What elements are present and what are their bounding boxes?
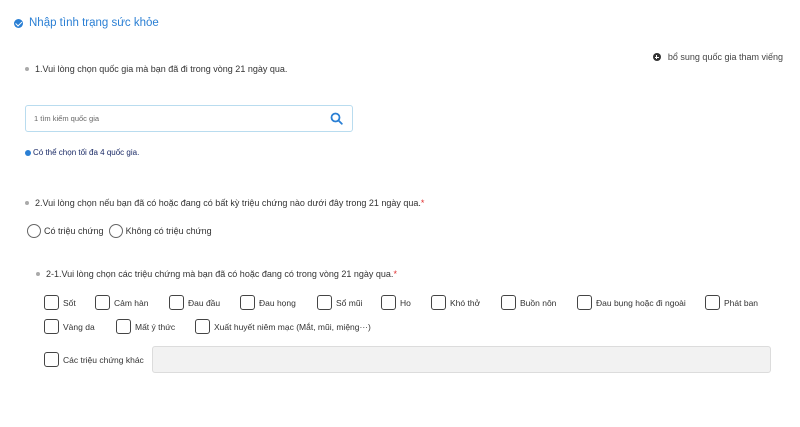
checkbox[interactable] (381, 295, 396, 310)
symptom-label: Vàng da (63, 321, 95, 332)
symptom-unconscious[interactable]: Mất ý thức (116, 319, 175, 334)
checkbox[interactable] (501, 295, 516, 310)
country-search-input[interactable] (26, 106, 324, 131)
checkbox[interactable] (317, 295, 332, 310)
symptom-label: Cảm hàn (114, 297, 149, 308)
symptom-radio-group: Có triệu chứng Không có triệu chứng (27, 224, 213, 238)
symptom-label: Phát ban (724, 297, 759, 308)
checkbox[interactable] (431, 295, 446, 310)
add-country-button[interactable]: bổ sung quốc gia tham viếng (652, 52, 783, 62)
add-country-label: bổ sung quốc gia tham viếng (667, 52, 783, 62)
question-2-label: 2.Vui lòng chọn nếu bạn đã có hoặc đang … (35, 198, 425, 208)
search-icon[interactable] (324, 107, 348, 131)
symptom-label: Đau bụng hoặc đi ngoài (596, 297, 686, 308)
checkbox[interactable] (577, 295, 592, 310)
other-symptoms-input[interactable] (152, 346, 771, 373)
question-1-label: 1.Vui lòng chọn quốc gia mà bạn đã đi tr… (35, 64, 288, 74)
symptom-mucosal-bleeding[interactable]: Xuất huyết niêm mạc (Mắt, mũi, miệng···) (195, 319, 371, 334)
symptom-label: Đau đầu (188, 297, 221, 308)
checkbox[interactable] (169, 295, 184, 310)
symptom-label: Các triệu chứng khác (63, 354, 144, 365)
question-1: 1.Vui lòng chọn quốc gia mà bạn đã đi tr… (25, 64, 287, 74)
symptom-other[interactable]: Các triệu chứng khác (44, 352, 144, 367)
question-2-1: 2-1.Vui lòng chọn các triệu chứng mà bạn… (36, 269, 397, 279)
checkbox[interactable] (705, 295, 720, 310)
symptom-label: Buồn nôn (520, 297, 557, 308)
symptom-label: Khó thở (450, 297, 481, 308)
symptom-label: Đau họng (259, 297, 296, 308)
symptom-headache[interactable]: Đau đầu (169, 295, 220, 310)
radio-no-symptoms[interactable]: Không có triệu chứng (108, 224, 212, 238)
required-mark: * (393, 269, 397, 279)
checkbox[interactable] (44, 319, 59, 334)
symptom-label: Mất ý thức (135, 321, 176, 332)
question-2-1-label: 2-1.Vui lòng chọn các triệu chứng mà bạn… (46, 269, 397, 279)
question-2: 2.Vui lòng chọn nếu bạn đã có hoặc đang … (25, 198, 424, 208)
bullet-dot (36, 272, 40, 276)
symptom-runny-nose[interactable]: Sổ mũi (317, 295, 362, 310)
radio-label: Có triệu chứng (44, 226, 104, 236)
bullet-dot (25, 201, 29, 205)
symptom-fever[interactable]: Sốt (44, 295, 76, 310)
info-dot-icon (25, 149, 31, 156)
check-circle-icon (14, 18, 23, 28)
bullet-dot (25, 67, 29, 71)
symptom-label: Sổ mũi (336, 297, 363, 308)
radio-button[interactable] (108, 224, 123, 238)
checkbox[interactable] (95, 295, 110, 310)
symptom-chills[interactable]: Cảm hàn (95, 295, 149, 310)
symptom-nausea[interactable]: Buồn nôn (501, 295, 556, 310)
country-limit-hint: Có thể chọn tối đa 4 quốc gia. (25, 148, 139, 157)
symptom-rash[interactable]: Phát ban (705, 295, 758, 310)
symptom-label: Ho (400, 297, 411, 308)
checkbox[interactable] (195, 319, 210, 334)
symptom-label: Xuất huyết niêm mạc (Mắt, mũi, miệng···) (214, 321, 371, 332)
checkbox[interactable] (116, 319, 131, 334)
radio-has-symptoms[interactable]: Có triệu chứng (27, 224, 104, 238)
symptom-cough[interactable]: Ho (381, 295, 411, 310)
country-search-box (25, 105, 353, 132)
symptom-stomach-ache[interactable]: Đau bụng hoặc đi ngoài (577, 295, 686, 310)
section-header: Nhập tình trạng sức khỏe (14, 17, 159, 29)
section-title: Nhập tình trạng sức khỏe (29, 17, 159, 29)
symptom-shortness-of-breath[interactable]: Khó thở (431, 295, 480, 310)
plus-circle-icon (652, 53, 661, 61)
radio-button[interactable] (27, 224, 41, 238)
symptom-jaundice[interactable]: Vàng da (44, 319, 95, 334)
checkbox[interactable] (44, 295, 59, 310)
required-mark: * (420, 198, 425, 208)
symptom-label: Sốt (63, 297, 76, 308)
symptom-sore-throat[interactable]: Đau họng (240, 295, 296, 310)
checkbox[interactable] (240, 295, 255, 310)
checkbox[interactable] (44, 352, 59, 367)
hint-text: Có thể chọn tối đa 4 quốc gia. (33, 148, 140, 157)
radio-label: Không có triệu chứng (125, 226, 212, 236)
